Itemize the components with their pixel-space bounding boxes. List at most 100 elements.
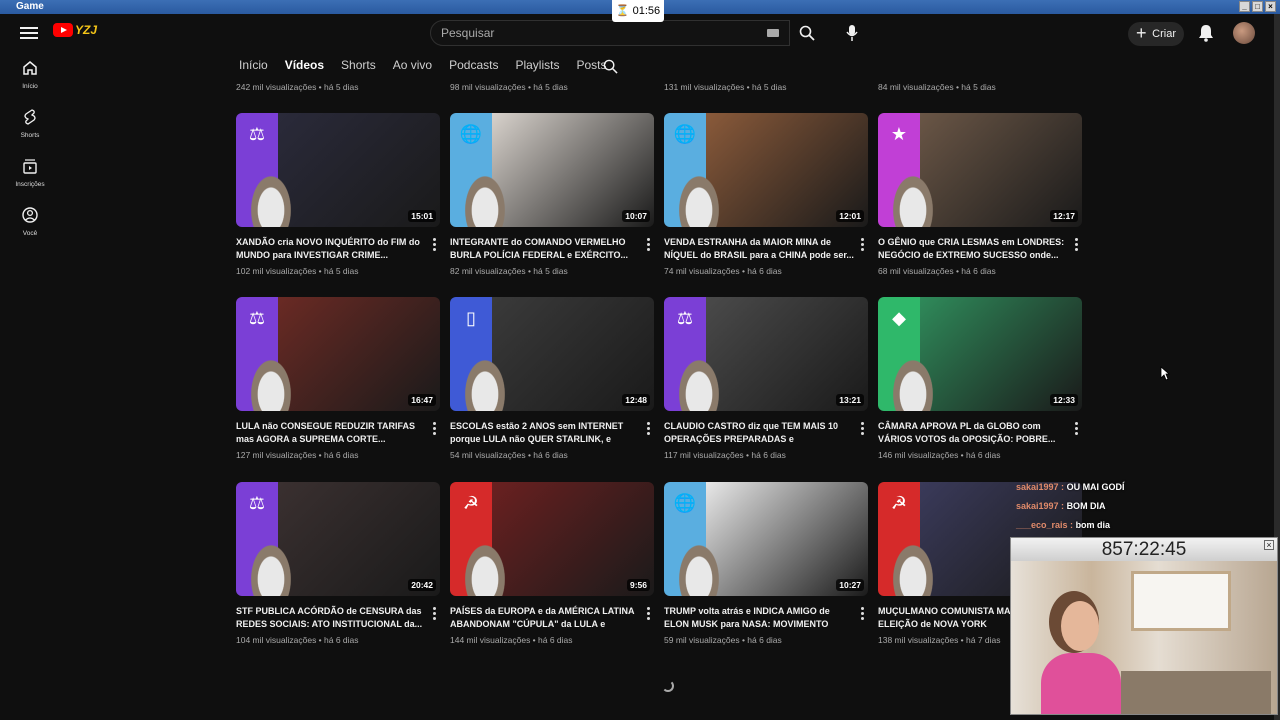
sidebar-item-label: Shorts (20, 132, 40, 139)
video-meta: 74 mil visualizações • há 6 dias (664, 266, 782, 276)
close-icon[interactable]: × (1264, 540, 1274, 550)
video-meta: 68 mil visualizações • há 6 dias (878, 266, 996, 276)
close-window-button[interactable]: × (1265, 1, 1276, 12)
video-title[interactable]: PAÍSES da EUROPA e da AMÉRICA LATINA ABA… (450, 605, 640, 631)
video-title[interactable]: XANDÃO cria NOVO INQUÉRITO do FIM do MUN… (236, 236, 426, 262)
search-input[interactable]: Pesquisar (441, 26, 494, 40)
timer-text: 01:56 (632, 5, 661, 17)
video-thumbnail[interactable]: ⚖ 13:21 (664, 297, 868, 411)
sidebar-item-label: Início (22, 83, 38, 90)
webcam-overlay: 857:22:45 × (1010, 537, 1278, 715)
video-thumbnail[interactable]: ▯ 12:48 (450, 297, 654, 411)
video-card[interactable]: ◆ 12:33 CÂMARA APROVA PL da GLOBO com VÁ… (878, 297, 1082, 460)
video-meta: 117 mil visualizações • há 6 dias (664, 450, 786, 460)
more-options-icon[interactable] (430, 420, 438, 436)
duration-badge: 12:17 (1050, 210, 1078, 222)
duration-badge: 20:42 (408, 579, 436, 591)
host-figure (676, 540, 722, 596)
video-card[interactable]: ★ 12:17 O GÊNIO que CRIA LESMAS em LONDR… (878, 113, 1082, 276)
window-controls: _ □ × (1239, 1, 1276, 12)
video-card[interactable]: ⚖ 15:01 XANDÃO cria NOVO INQUÉRITO do FI… (236, 113, 440, 276)
more-options-icon[interactable] (430, 605, 438, 621)
video-thumbnail[interactable]: ⚖ 15:01 (236, 113, 440, 227)
video-meta: 146 mil visualizações • há 6 dias (878, 450, 1001, 460)
video-meta: 54 mil visualizações • há 6 dias (450, 450, 568, 460)
search-button[interactable] (790, 20, 824, 46)
sidebar-item-voce[interactable]: Você (0, 201, 60, 250)
video-thumbnail[interactable]: ⚖ 20:42 (236, 482, 440, 596)
hamburger-menu-icon[interactable] (20, 24, 38, 42)
video-title[interactable]: INTEGRANTE do COMANDO VERMELHO BURLA POL… (450, 236, 640, 262)
create-button[interactable]: + Criar (1128, 22, 1184, 46)
chat-user: ___eco_rais : (1016, 520, 1074, 530)
keyboard-icon[interactable] (767, 29, 779, 37)
category-badge-icon: 🌐 (673, 493, 697, 513)
video-thumbnail[interactable]: 🌐 10:07 (450, 113, 654, 227)
tab-shorts[interactable]: Shorts (341, 58, 376, 78)
more-options-icon[interactable] (1072, 236, 1080, 252)
minimize-button[interactable]: _ (1239, 1, 1250, 12)
video-card[interactable]: ☭ 9:56 PAÍSES da EUROPA e da AMÉRICA LAT… (450, 482, 654, 645)
tab-podcasts[interactable]: Podcasts (449, 58, 498, 78)
more-options-icon[interactable] (1072, 420, 1080, 436)
video-meta: 127 mil visualizações • há 6 dias (236, 450, 359, 460)
video-title[interactable]: LULA não CONSEGUE REDUZIR TARIFAS mas AG… (236, 420, 426, 446)
video-meta: 82 mil visualizações • há 5 dias (450, 266, 568, 276)
voice-search-button[interactable] (838, 20, 866, 48)
video-card[interactable]: ⚖ 20:42 STF PUBLICA ACÓRDÃO de CENSURA d… (236, 482, 440, 645)
video-card[interactable]: 🌐 10:27 TRUMP volta atrás e INDICA AMIGO… (664, 482, 868, 645)
tab-playlists[interactable]: Playlists (515, 58, 559, 78)
sidebar-item-shorts[interactable]: Shorts (0, 103, 60, 152)
tab-videos[interactable]: Vídeos (285, 58, 324, 78)
maximize-button[interactable]: □ (1252, 1, 1263, 12)
category-badge-icon: 🌐 (673, 124, 697, 144)
chat-message: sakai1997 : BOM DIA (1016, 497, 1266, 516)
account-avatar[interactable] (1233, 22, 1255, 44)
video-title[interactable]: ESCOLAS estão 2 ANOS sem INTERNET porque… (450, 420, 640, 446)
video-card[interactable]: ▯ 12:48 ESCOLAS estão 2 ANOS sem INTERNE… (450, 297, 654, 460)
home-icon (23, 61, 37, 75)
video-title[interactable]: VENDA ESTRANHA da MAIOR MINA de NÍQUEL d… (664, 236, 854, 262)
tab-inicio[interactable]: Início (239, 58, 268, 78)
video-thumbnail[interactable]: ⚖ 16:47 (236, 297, 440, 411)
more-options-icon[interactable] (858, 236, 866, 252)
video-card[interactable]: ⚖ 13:21 CLAUDIO CASTRO diz que TEM MAIS … (664, 297, 868, 460)
more-options-icon[interactable] (644, 236, 652, 252)
video-card[interactable]: ⚖ 16:47 LULA não CONSEGUE REDUZIR TARIFA… (236, 297, 440, 460)
more-options-icon[interactable] (430, 236, 438, 252)
tab-ao-vivo[interactable]: Ao vivo (393, 58, 432, 78)
sidebar-item-label: Inscrições (15, 181, 45, 188)
video-thumbnail[interactable]: ★ 12:17 (878, 113, 1082, 227)
video-title[interactable]: CLAUDIO CASTRO diz que TEM MAIS 10 OPERA… (664, 420, 854, 446)
more-options-icon[interactable] (858, 605, 866, 621)
video-thumbnail[interactable]: 🌐 12:01 (664, 113, 868, 227)
more-options-icon[interactable] (644, 605, 652, 621)
video-thumbnail[interactable]: 🌐 10:27 (664, 482, 868, 596)
search-box[interactable]: Pesquisar (430, 20, 790, 46)
video-title[interactable]: TRUMP volta atrás e INDICA AMIGO de ELON… (664, 605, 854, 631)
host-figure (890, 540, 936, 596)
channel-search-icon[interactable] (603, 59, 618, 74)
video-card[interactable]: 🌐 12:01 VENDA ESTRANHA da MAIOR MINA de … (664, 113, 868, 276)
tab-posts[interactable]: Posts (576, 58, 606, 78)
video-meta: 242 mil visualizações • há 5 dias (236, 82, 359, 92)
video-card[interactable]: 🌐 10:07 INTEGRANTE do COMANDO VERMELHO B… (450, 113, 654, 276)
sidebar-item-inicio[interactable]: Início (0, 54, 60, 103)
shorts-icon (24, 109, 36, 125)
host-figure (462, 355, 508, 411)
sidebar-item-inscricoes[interactable]: Inscrições (0, 152, 60, 201)
video-title[interactable]: CÂMARA APROVA PL da GLOBO com VÁRIOS VOT… (878, 420, 1068, 446)
chat-text: bom dia (1075, 520, 1111, 530)
category-badge-icon: ▯ (466, 308, 476, 328)
search-icon (799, 25, 815, 41)
notifications-bell-icon[interactable] (1196, 23, 1216, 43)
streamer-figure (1041, 601, 1121, 714)
video-thumbnail[interactable]: ◆ 12:33 (878, 297, 1082, 411)
logo[interactable]: YZJ (53, 23, 97, 37)
video-thumbnail[interactable]: ☭ 9:56 (450, 482, 654, 596)
more-options-icon[interactable] (858, 420, 866, 436)
more-options-icon[interactable] (644, 420, 652, 436)
video-title[interactable]: O GÊNIO que CRIA LESMAS em LONDRES: NEGÓ… (878, 236, 1068, 262)
video-title[interactable]: STF PUBLICA ACÓRDÃO de CENSURA das REDES… (236, 605, 426, 631)
duration-badge: 10:07 (622, 210, 650, 222)
